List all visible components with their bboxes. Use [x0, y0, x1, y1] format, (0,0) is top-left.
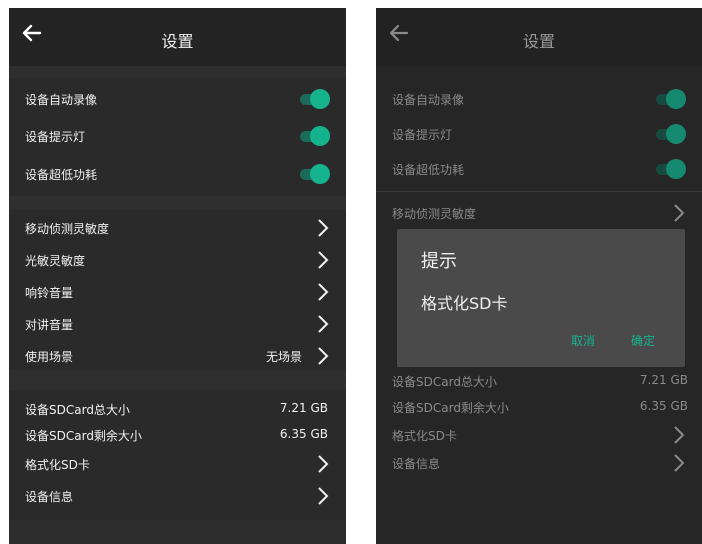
toggle-row-indicator-light: 设备提示灯 — [9, 121, 346, 151]
section-gap — [9, 370, 346, 390]
storage-free-label: 设备SDCard剩余大小 — [392, 401, 509, 415]
scene-value: 无场景 — [265, 350, 302, 364]
list-item-label: 移动侦测灵敏度 — [25, 222, 110, 236]
toggle-row-low-power: 设备超低功耗 — [9, 159, 346, 189]
list-item-format-sd[interactable]: 格式化SD卡 — [376, 420, 702, 450]
top-bar: 设置 — [9, 8, 346, 66]
toggle-label: 设备提示灯 — [392, 128, 453, 142]
chevron-right-icon — [318, 347, 329, 365]
chevron-right-icon — [318, 283, 329, 301]
low-power-toggle[interactable] — [656, 159, 686, 179]
list-item-label: 设备信息 — [25, 490, 74, 504]
cancel-button[interactable]: 取消 — [571, 332, 595, 349]
toggle-label: 设备自动录像 — [25, 93, 98, 107]
list-item-scene[interactable]: 使用场景 无场景 — [9, 341, 346, 371]
list-item-format-sd[interactable]: 格式化SD卡 — [9, 449, 346, 479]
chevron-right-icon — [318, 251, 329, 269]
auto-record-toggle[interactable] — [300, 89, 330, 109]
page-title: 设置 — [522, 32, 555, 51]
low-power-toggle[interactable] — [300, 164, 330, 184]
toggle-label: 设备自动录像 — [392, 93, 465, 107]
toggle-row-auto-record: 设备自动录像 — [9, 84, 346, 114]
list-item-device-info[interactable]: 设备信息 — [376, 448, 702, 478]
toggle-row-low-power: 设备超低功耗 — [376, 154, 702, 184]
storage-free-label: 设备SDCard剩余大小 — [25, 429, 142, 443]
storage-free-value: 6.35 GB — [279, 427, 328, 441]
list-item-label: 格式化SD卡 — [25, 458, 90, 472]
chevron-right-icon — [674, 454, 685, 472]
chevron-right-icon — [674, 426, 685, 444]
list-item-motion-sensitivity[interactable]: 移动侦测灵敏度 — [9, 213, 346, 243]
toggle-label: 设备提示灯 — [25, 130, 86, 144]
list-item-label: 对讲音量 — [25, 318, 74, 332]
section-gap — [9, 66, 346, 78]
section-gap — [9, 520, 346, 544]
storage-free-row: 设备SDCard剩余大小 6.35 GB — [376, 392, 702, 422]
dialog-title: 提示 — [421, 251, 457, 272]
storage-free-value: 6.35 GB — [639, 399, 688, 413]
auto-record-toggle[interactable] — [656, 89, 686, 109]
confirm-dialog: 提示 格式化SD卡 取消 确定 — [397, 229, 685, 367]
page-title: 设置 — [161, 32, 194, 51]
toggle-label: 设备超低功耗 — [392, 163, 465, 177]
nav-section: 移动侦测灵敏度 光敏灵敏度 响铃音量 对讲音量 使用场景 无场景 — [9, 210, 346, 370]
list-item-ring-volume[interactable]: 响铃音量 — [9, 277, 346, 307]
settings-screen-with-dialog: 设置 设备自动录像 设备提示灯 设备超低功耗 移动侦测灵敏度 设备SDCard总… — [376, 8, 702, 544]
storage-total-value: 7.21 GB — [279, 401, 328, 415]
toggle-label: 设备超低功耗 — [25, 168, 98, 182]
list-item-label: 使用场景 — [25, 350, 74, 364]
toggle-row-indicator-light: 设备提示灯 — [376, 119, 702, 149]
storage-total-label: 设备SDCard总大小 — [25, 403, 130, 417]
dialog-message: 格式化SD卡 — [421, 294, 508, 313]
storage-free-row: 设备SDCard剩余大小 6.35 GB — [9, 420, 346, 450]
list-item-label: 设备信息 — [392, 457, 441, 471]
chevron-right-icon — [318, 487, 329, 505]
divider — [376, 191, 702, 192]
list-item-light-sensitivity[interactable]: 光敏灵敏度 — [9, 245, 346, 275]
indicator-light-toggle[interactable] — [656, 124, 686, 144]
chevron-right-icon — [318, 455, 329, 473]
top-bar: 设置 — [376, 8, 702, 66]
chevron-right-icon — [674, 204, 685, 222]
list-item-motion-sensitivity[interactable]: 移动侦测灵敏度 — [376, 198, 702, 228]
list-item-label: 光敏灵敏度 — [25, 254, 86, 268]
storage-total-label: 设备SDCard总大小 — [392, 375, 497, 389]
list-item-intercom-volume[interactable]: 对讲音量 — [9, 309, 346, 339]
list-item-label: 响铃音量 — [25, 286, 74, 300]
section-gap — [9, 196, 346, 210]
storage-total-value: 7.21 GB — [639, 373, 688, 387]
list-item-device-info[interactable]: 设备信息 — [9, 481, 346, 511]
settings-screen: 设置 设备自动录像 设备提示灯 设备超低功耗 移动侦测灵敏度 光敏灵敏度 响铃音… — [9, 8, 346, 544]
toggle-section: 设备自动录像 设备提示灯 设备超低功耗 — [9, 78, 346, 196]
storage-section: 设备SDCard总大小 7.21 GB 设备SDCard剩余大小 6.35 GB… — [9, 390, 346, 520]
indicator-light-toggle[interactable] — [300, 126, 330, 146]
toggle-row-auto-record: 设备自动录像 — [376, 84, 702, 114]
chevron-right-icon — [318, 315, 329, 333]
chevron-right-icon — [318, 219, 329, 237]
list-item-label: 移动侦测灵敏度 — [392, 207, 477, 221]
confirm-button[interactable]: 确定 — [631, 332, 655, 349]
list-item-label: 格式化SD卡 — [392, 429, 457, 443]
